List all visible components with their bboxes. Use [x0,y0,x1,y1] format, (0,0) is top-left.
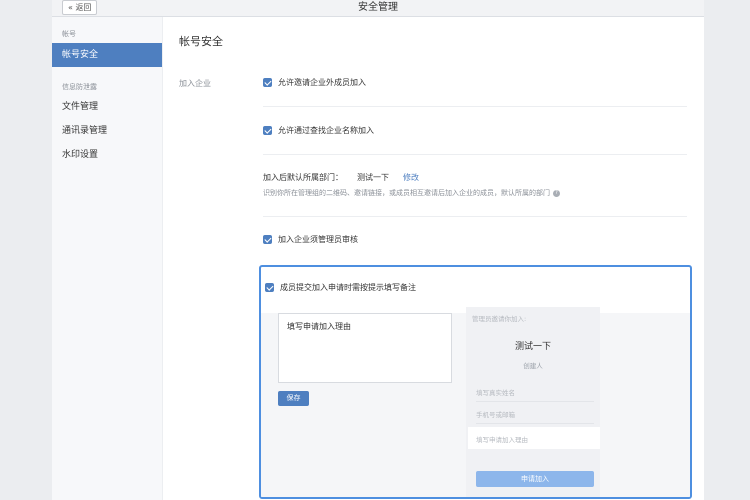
divider [263,154,687,155]
dept-edit-link[interactable]: 修改 [403,172,419,183]
checkbox-checked-icon[interactable] [263,78,272,87]
remark-settings-panel: 成员提交加入申请时需按提示填写备注 填写申请加入理由 保存 管理员邀请你加入: … [259,265,692,499]
option-allow-search[interactable]: 允许通过查找企业名称加入 [263,125,374,136]
sidebar-item-account-security[interactable]: 帐号安全 [52,43,162,67]
sidebar-group-account: 帐号 [62,30,76,38]
dept-hint-text: 识别你所在管理组的二维码、邀请链接，或成员相互邀请后加入企业的成员，默认所属的部… [263,189,550,197]
sidebar: 帐号 帐号安全 信息防泄露 文件管理 通讯录管理 水印设置 [52,17,163,500]
section-label-join: 加入企业 [179,79,211,88]
preview-header: 管理员邀请你加入: [472,315,527,323]
option-label: 允许邀请企业外成员加入 [278,78,366,87]
preview-name-field: 填写真实姓名 [476,387,594,402]
checkbox-checked-icon[interactable] [263,126,272,135]
option-require-remark[interactable]: 成员提交加入申请时需按提示填写备注 [265,282,416,293]
checkbox-checked-icon[interactable] [263,235,272,244]
sidebar-group-info-leak: 信息防泄露 [62,83,97,91]
preview-apply-button: 申请加入 [476,471,594,487]
sidebar-item-watermark[interactable]: 水印设置 [52,143,162,167]
reason-prompt-textarea[interactable]: 填写申请加入理由 [278,313,452,383]
main-content: 帐号安全 加入企业 允许邀请企业外成员加入 允许通过查找企业名称加入 加入后默认… [163,17,704,500]
option-require-approval[interactable]: 加入企业须管理员审核 [263,234,358,245]
option-allow-invite[interactable]: 允许邀请企业外成员加入 [263,77,366,88]
option-label: 加入企业须管理员审核 [278,235,358,244]
preview-reason-field: 填写申请加入理由 [468,427,600,449]
option-label: 成员提交加入申请时需按提示填写备注 [280,283,416,292]
preview-role: 创建人 [523,362,543,370]
window-title: 安全管理 [358,2,398,13]
help-icon[interactable]: ? [553,189,560,197]
preview-phone-field: 手机号或邮箱 [476,409,594,424]
sidebar-item-contacts-mgmt[interactable]: 通讯录管理 [52,119,162,143]
default-dept-row: 加入后默认所属部门： 测试一下 修改 [263,172,419,183]
divider [263,216,687,217]
option-label: 允许通过查找企业名称加入 [278,126,374,135]
preview-org-name: 测试一下 [514,342,551,352]
remark-editor-area: 填写申请加入理由 保存 管理员邀请你加入: 测试一下 创建人 填写真实姓名 手机… [261,307,690,497]
sidebar-item-file-mgmt[interactable]: 文件管理 [52,95,162,119]
checkbox-checked-icon[interactable] [265,283,274,292]
mobile-preview: 管理员邀请你加入: 测试一下 创建人 填写真实姓名 手机号或邮箱 填写申请加入理… [466,307,600,497]
app-window: « 返回 安全管理 帐号 帐号安全 信息防泄露 文件管理 通讯录管理 水印设置 … [52,0,704,500]
save-button[interactable]: 保存 [278,391,309,406]
dept-hint: 识别你所在管理组的二维码、邀请链接，或成员相互邀请后加入企业的成员，默认所属的部… [263,188,560,198]
dept-label: 加入后默认所属部门： [263,173,343,182]
divider [263,106,687,107]
dept-value: 测试一下 [357,173,389,182]
page-title: 帐号安全 [179,35,223,48]
title-bar: « 返回 安全管理 [52,0,704,17]
